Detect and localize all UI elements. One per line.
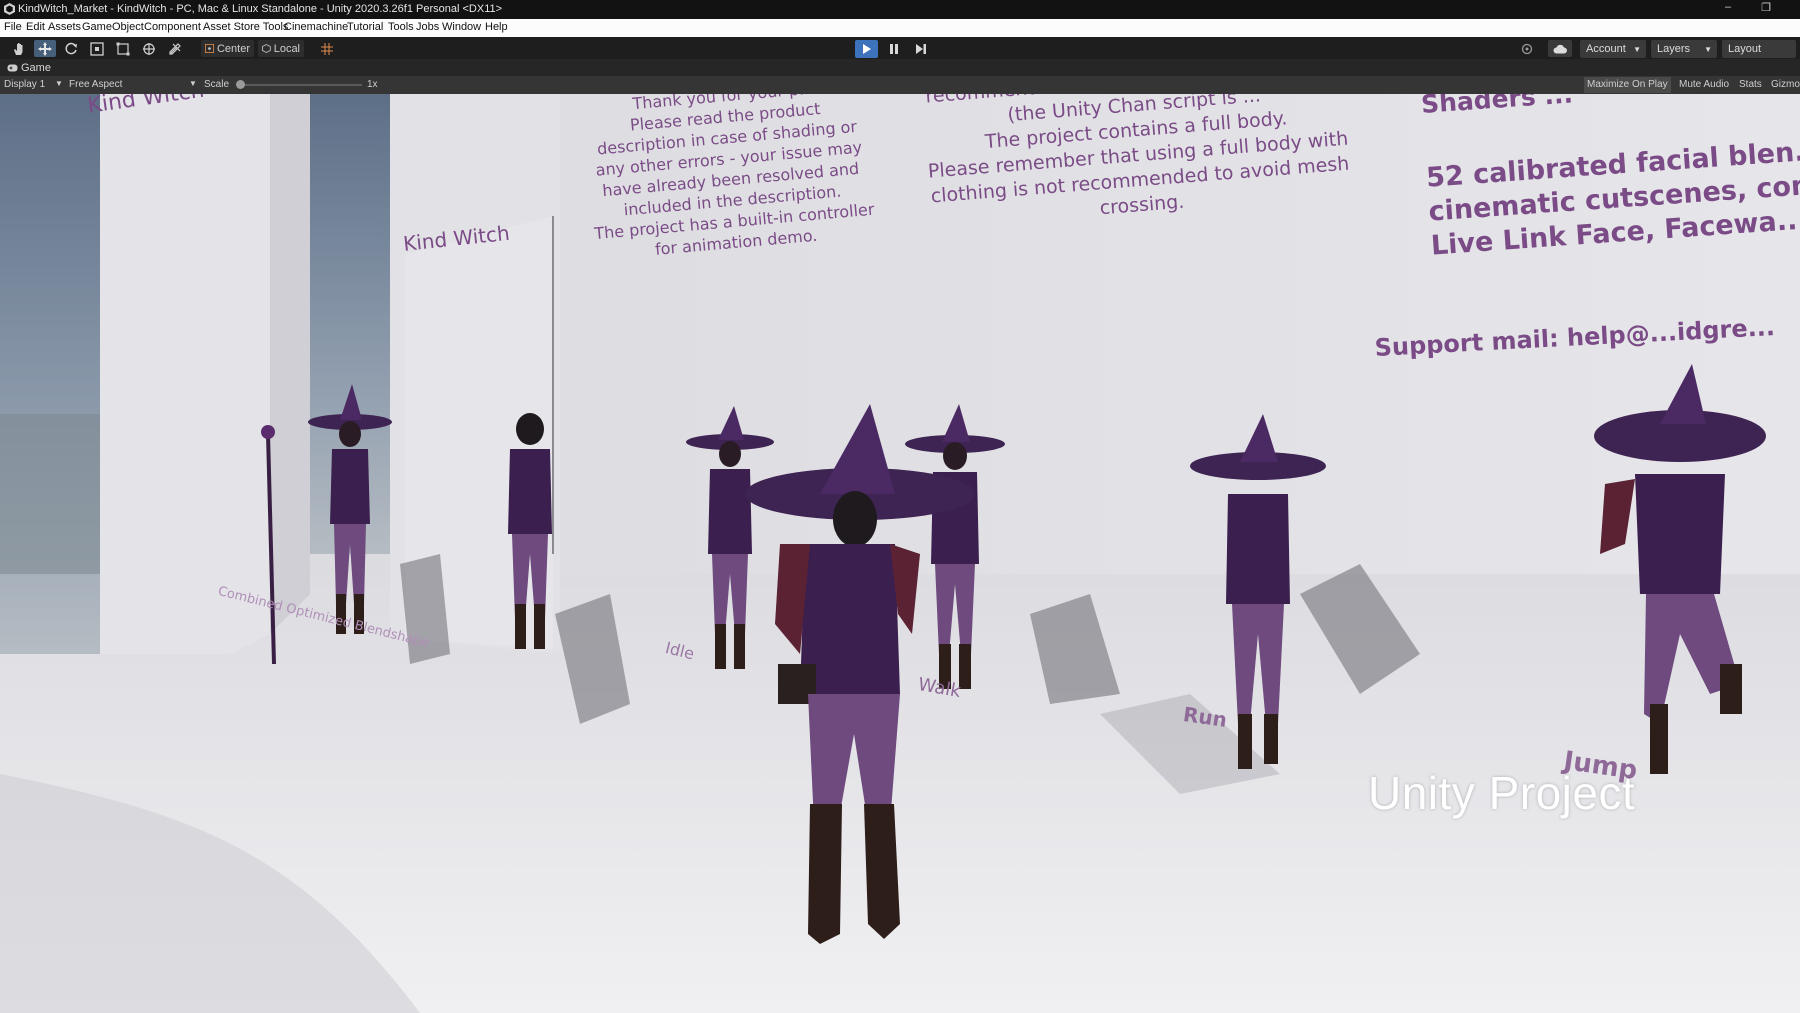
local-space-icon xyxy=(262,44,271,53)
transform-tool-button[interactable] xyxy=(138,40,160,57)
grid-icon xyxy=(321,42,333,55)
play-button[interactable] xyxy=(855,40,878,58)
rotate-tool-button[interactable] xyxy=(60,40,82,57)
menu-edit[interactable]: Edit xyxy=(26,21,45,33)
cloud-button[interactable] xyxy=(1548,40,1572,57)
layout-label: Layout xyxy=(1728,43,1762,55)
maximize-on-play-toggle[interactable]: Maximize On Play xyxy=(1584,77,1671,93)
menu-help[interactable]: Help xyxy=(485,21,508,33)
chevron-down-icon: ▼ xyxy=(189,79,197,88)
cloud-icon xyxy=(1553,44,1567,53)
chevron-down-icon: ▼ xyxy=(1704,45,1712,54)
menu-bar: File Edit Assets GameObject Component As… xyxy=(0,19,1800,37)
menu-tutorial[interactable]: Tutorial xyxy=(347,21,383,33)
hand-icon xyxy=(14,42,23,55)
tab-game-label: Game xyxy=(21,62,51,74)
minimize-button[interactable]: – xyxy=(1716,1,1740,17)
menu-jobs[interactable]: Jobs xyxy=(416,21,439,33)
menu-cinemachine[interactable]: Cinemachine xyxy=(284,21,348,33)
tab-game[interactable]: Game xyxy=(2,60,56,76)
menu-tools[interactable]: Tools xyxy=(388,21,414,33)
main-toolbar: Center Local Account ▼ Layers ▼ Layout xyxy=(0,37,1800,60)
collab-button[interactable] xyxy=(1516,40,1538,57)
pivot-space-label: Local xyxy=(273,42,300,55)
wall-text-block-1: Thank you for your p... Please read the … xyxy=(578,94,882,265)
pivot-center-icon xyxy=(205,44,214,53)
game-view-toolbar: Display 1 ▼ Free Aspect ▼ Scale 1x Maxim… xyxy=(0,76,1800,94)
left-wall xyxy=(80,94,270,654)
game-tab-bar: Game xyxy=(0,59,1800,76)
scale-value: 1x xyxy=(367,79,378,90)
menu-asset-store-tools[interactable]: Asset Store Tools xyxy=(203,21,288,33)
gamepad-icon xyxy=(7,64,18,72)
pause-icon xyxy=(889,44,898,54)
hand-tool-button[interactable] xyxy=(8,40,30,57)
menu-file[interactable]: File xyxy=(4,21,22,33)
unity-logo-icon xyxy=(4,3,15,15)
pivot-space-toggle[interactable]: Local xyxy=(258,40,304,57)
move-tool-button[interactable] xyxy=(34,40,56,57)
account-label: Account xyxy=(1586,43,1626,55)
title-bar: KindWitch_Market - KindWitch - PC, Mac &… xyxy=(0,0,1800,19)
wall-text-line: Shaders ... xyxy=(1420,94,1574,119)
game-viewport[interactable]: Kind Witch Kind Witch Thank you for your… xyxy=(0,94,1800,1013)
gizmos-toggle[interactable]: Gizmos xyxy=(1768,77,1800,93)
layout-dropdown[interactable]: Layout xyxy=(1722,40,1796,58)
grid-snapping-button[interactable] xyxy=(316,40,338,57)
menu-gameobject[interactable]: GameObject xyxy=(82,21,144,33)
pause-button[interactable] xyxy=(882,40,905,58)
collab-icon xyxy=(1521,43,1533,54)
chevron-down-icon: ▼ xyxy=(1633,45,1641,54)
wall-text-block-3: Shaders ... 52 calibrated facial blen...… xyxy=(1420,94,1800,264)
restore-button[interactable]: ❐ xyxy=(1754,1,1778,17)
step-icon xyxy=(915,44,926,54)
stats-toggle[interactable]: Stats xyxy=(1736,77,1765,93)
custom-tool-icon xyxy=(169,42,181,55)
window-title: KindWitch_Market - KindWitch - PC, Mac &… xyxy=(18,3,503,15)
video-watermark: Unity Project xyxy=(1368,767,1636,819)
layers-dropdown[interactable]: Layers ▼ xyxy=(1651,40,1717,58)
pivot-mode-toggle[interactable]: Center xyxy=(201,40,254,57)
display-dropdown[interactable]: Display 1 xyxy=(4,79,45,90)
move-icon xyxy=(38,41,52,56)
pivot-mode-label: Center xyxy=(216,42,250,55)
transform-icon xyxy=(143,42,155,55)
layers-label: Layers xyxy=(1657,43,1691,55)
rect-tool-button[interactable] xyxy=(112,40,134,57)
rect-icon xyxy=(116,42,130,55)
mute-audio-toggle[interactable]: Mute Audio xyxy=(1676,77,1732,93)
play-icon xyxy=(862,44,871,54)
scale-slider-handle[interactable] xyxy=(236,80,245,89)
chevron-down-icon: ▼ xyxy=(55,79,63,88)
step-button[interactable] xyxy=(909,40,932,58)
scale-icon xyxy=(90,41,104,56)
scale-tool-button[interactable] xyxy=(86,40,108,57)
menu-window[interactable]: Window xyxy=(442,21,481,33)
scale-label: Scale xyxy=(204,79,230,90)
scale-slider-track[interactable] xyxy=(240,84,362,86)
menu-assets[interactable]: Assets xyxy=(48,21,81,33)
menu-component[interactable]: Component xyxy=(144,21,201,33)
account-dropdown[interactable]: Account ▼ xyxy=(1580,40,1646,58)
custom-tool-button[interactable] xyxy=(164,40,186,57)
rotate-icon xyxy=(65,42,77,54)
aspect-dropdown[interactable]: Free Aspect xyxy=(69,79,122,90)
